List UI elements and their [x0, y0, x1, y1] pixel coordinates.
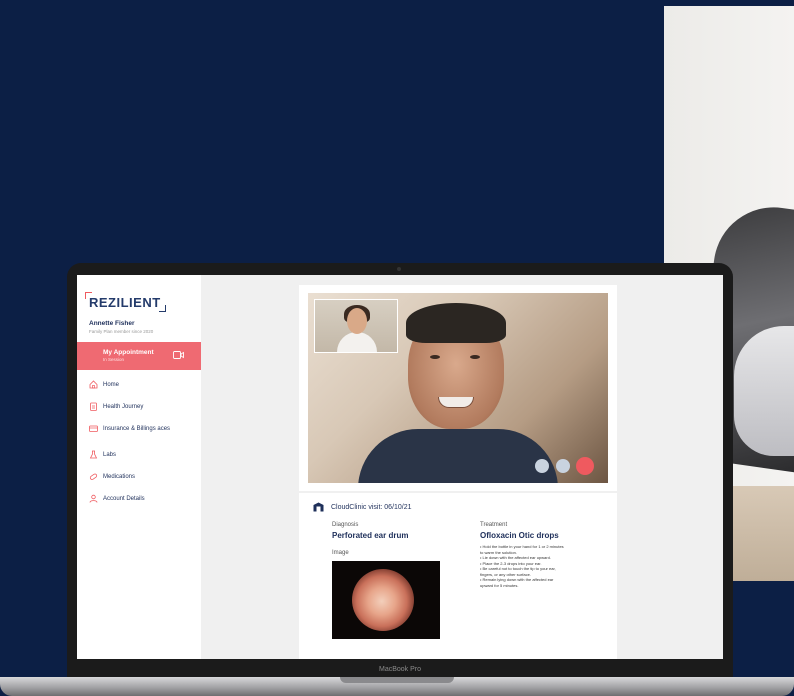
my-appointment-button[interactable]: My Appointment In Session	[77, 342, 201, 370]
device-label: MacBook Pro	[378, 666, 422, 673]
image-label: Image	[332, 550, 349, 556]
otoscope-image[interactable]	[332, 561, 440, 639]
visit-card: CloudClinic visit: 06/10/21 Diagnosis Pe…	[299, 285, 617, 659]
app-screen: REZILIENT Annette Fisher Family Plan mem…	[77, 275, 723, 659]
doctor-smile	[438, 397, 474, 408]
pill-icon	[89, 473, 98, 480]
laptop-lid: REZILIENT Annette Fisher Family Plan mem…	[67, 263, 733, 677]
divider	[299, 491, 617, 493]
user-name: Annette Fisher	[89, 320, 135, 327]
ear-drum	[352, 569, 414, 631]
sidebar-item-label: Home	[103, 382, 120, 388]
sidebar-item-medications[interactable]: Medications	[77, 471, 201, 493]
sidebar-item-home[interactable]: Home	[77, 379, 201, 401]
sidebar-nav: Home Health Journey Insurance & Billings…	[77, 379, 201, 515]
instruction-line: upward for 5 minutes.	[480, 582, 519, 588]
diagnosis-value: Perforated ear drum	[332, 531, 409, 540]
mute-button[interactable]	[535, 459, 549, 473]
patient-face	[347, 308, 367, 334]
flask-icon	[89, 450, 98, 459]
treatment-label: Treatment	[480, 522, 508, 528]
exam-chair-base	[734, 326, 794, 456]
end-call-button[interactable]	[576, 457, 594, 475]
sidebar-item-labs[interactable]: Labs	[77, 449, 201, 471]
treatment-instructions: • Hold the bottle in your hand for 1 or …	[480, 544, 600, 588]
logo[interactable]: REZILIENT	[85, 292, 166, 312]
treatment-value: Ofloxacin Otic drops	[480, 531, 559, 540]
camera-toggle-button[interactable]	[556, 459, 570, 473]
diagnosis-label: Diagnosis	[332, 522, 359, 528]
appointment-status: In Session	[103, 357, 125, 362]
user-subtitle: Family Plan member since 2020	[89, 329, 154, 334]
visit-title: CloudClinic visit: 06/10/21	[331, 504, 412, 511]
sidebar-item-label: Labs	[103, 452, 117, 458]
laptop-base	[0, 677, 794, 696]
patient-body	[337, 332, 377, 352]
laptop-notch	[340, 677, 454, 683]
camera-dot	[397, 267, 401, 271]
card-icon	[89, 425, 98, 432]
sidebar-item-label: Health Journey	[103, 404, 144, 410]
doctor-shirt	[358, 429, 558, 483]
sidebar-item-health-journey[interactable]: Health Journey	[77, 401, 201, 423]
home-icon	[89, 380, 98, 389]
sidebar-item-label: Insurance & Billings aces	[103, 426, 171, 432]
appointment-title: My Appointment	[103, 349, 154, 356]
sidebar-item-insurance-billings[interactable]: Insurance & Billings aces	[77, 423, 201, 449]
doctor-eye	[430, 355, 440, 359]
sidebar: REZILIENT Annette Fisher Family Plan mem…	[77, 275, 201, 659]
user-icon	[89, 494, 98, 503]
self-view-thumbnail[interactable]	[314, 299, 398, 353]
video-call-feed[interactable]	[308, 293, 608, 483]
sidebar-item-label: Medications	[103, 474, 136, 480]
doctor-eye	[470, 355, 480, 359]
sidebar-item-label: Account Details	[103, 496, 145, 502]
doctor-hair	[406, 303, 506, 343]
clinic-icon	[313, 502, 324, 512]
video-camera-icon	[173, 351, 184, 359]
clipboard-icon	[90, 402, 97, 411]
sidebar-item-account-details[interactable]: Account Details	[77, 493, 201, 515]
